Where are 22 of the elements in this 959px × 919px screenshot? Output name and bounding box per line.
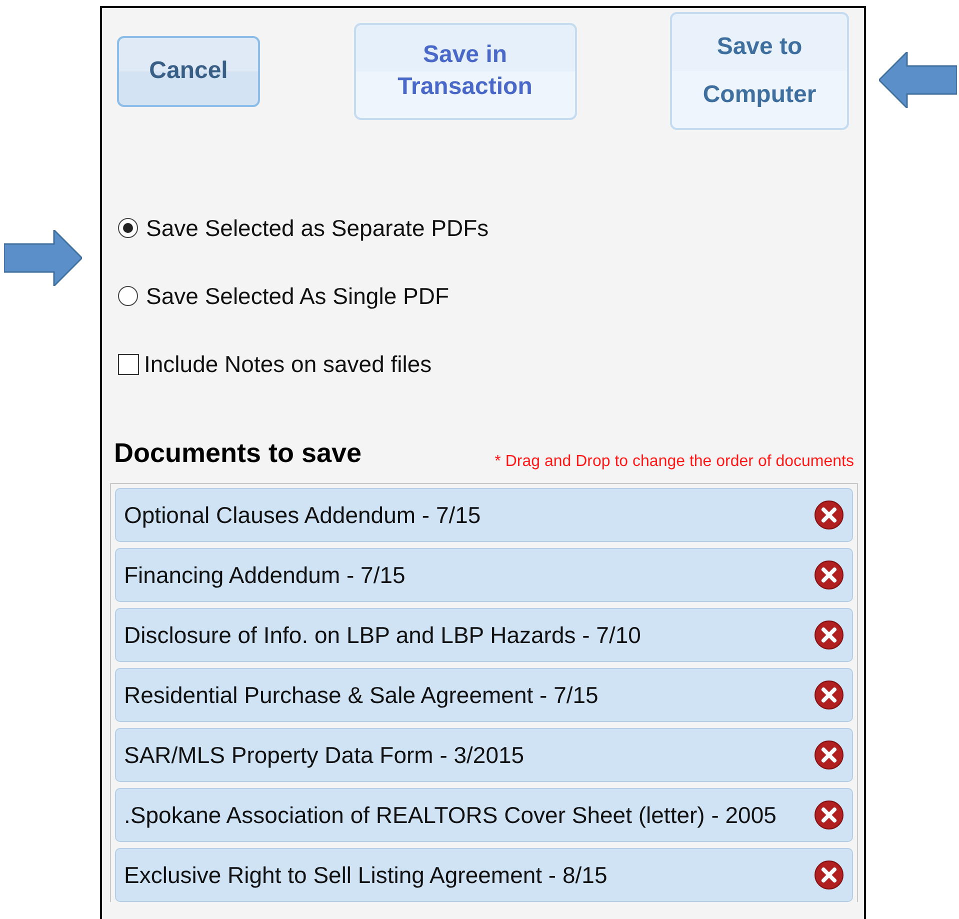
document-name: Financing Addendum - 7/15 bbox=[124, 561, 406, 590]
document-name: Disclosure of Info. on LBP and LBP Hazards - 7/10 bbox=[124, 621, 641, 650]
document-item[interactable]: Financing Addendum - 7/15 bbox=[115, 548, 853, 602]
button[interactable]: Save in Transaction bbox=[354, 22, 576, 120]
document-item[interactable]: Disclosure of Info. on LBP and LBP Hazards - 7/10 bbox=[115, 608, 853, 662]
option-label: Save Selected As Single PDF bbox=[146, 282, 449, 310]
document-name: .Spokane Association of REALTORS Cover Sheet (letter) - 2005 bbox=[124, 801, 776, 830]
document-item[interactable]: Optional Clauses Addendum - 7/15 bbox=[115, 488, 853, 542]
document-name: Exclusive Right to Sell Listing Agreement - 8/15 bbox=[124, 861, 608, 890]
hint-text: * Drag and Drop to change the order of documents bbox=[494, 452, 854, 472]
document-name: Residential Purchase & Sale Agreement - 7/15 bbox=[124, 681, 598, 710]
document-item[interactable]: SAR/MLS Property Data Form - 3/2015 bbox=[115, 728, 853, 782]
section-heading: Documents to save bbox=[114, 438, 362, 470]
document-name: SAR/MLS Property Data Form - 3/2015 bbox=[124, 741, 524, 770]
document-item[interactable]: .Spokane Association of REALTORS Cover Sheet (letter) - 2005 bbox=[115, 788, 853, 842]
button[interactable]: Save to Computer bbox=[670, 12, 849, 130]
option-label: Save Selected as Separate PDFs bbox=[146, 214, 489, 242]
document-name: Optional Clauses Addendum - 7/15 bbox=[124, 501, 481, 530]
option-label: Include Notes on saved files bbox=[144, 350, 432, 378]
document-item[interactable]: Residential Purchase & Sale Agreement - 7/15 bbox=[115, 668, 853, 722]
button[interactable]: Cancel bbox=[117, 36, 260, 106]
document-item[interactable]: Exclusive Right to Sell Listing Agreement - 8/15 bbox=[115, 848, 853, 902]
